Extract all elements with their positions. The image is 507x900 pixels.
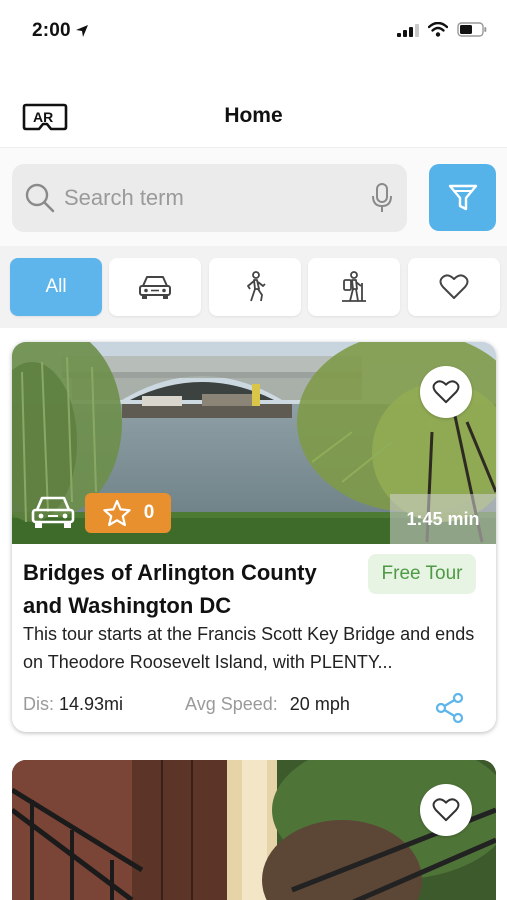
search-bar[interactable] bbox=[12, 164, 407, 232]
tab-all[interactable]: All bbox=[10, 258, 102, 316]
distance-value: 14.93mi bbox=[59, 694, 124, 714]
wifi-icon bbox=[428, 22, 448, 37]
distance-label: Dis: bbox=[23, 694, 54, 714]
rating-count: 0 bbox=[143, 502, 155, 523]
microphone-icon[interactable] bbox=[371, 182, 393, 214]
tour-title[interactable]: Bridges of Arlington County and Washingt… bbox=[23, 556, 353, 622]
category-tabs: All bbox=[0, 246, 507, 328]
status-bar: 2:00 bbox=[0, 0, 507, 62]
tab-driving[interactable] bbox=[109, 258, 201, 316]
heart-icon bbox=[439, 274, 469, 299]
tab-walking[interactable] bbox=[209, 258, 301, 316]
filter-button[interactable] bbox=[429, 164, 496, 231]
navigation-bar: AR Home bbox=[0, 62, 507, 148]
heart-outline-icon bbox=[432, 798, 460, 822]
car-icon bbox=[139, 276, 171, 299]
speed-value: 20 mph bbox=[289, 694, 350, 714]
tour-card[interactable] bbox=[12, 760, 496, 900]
duration-badge: 1:45 min bbox=[390, 494, 496, 544]
tab-hiking[interactable] bbox=[308, 258, 400, 316]
search-section bbox=[0, 148, 507, 246]
tour-photo bbox=[12, 760, 496, 900]
tour-card[interactable]: 0 1:45 min Bridges of Arlington County a… bbox=[12, 342, 496, 732]
tour-stats: Dis: 14.93mi Avg Speed: 20 mph bbox=[23, 694, 350, 715]
rating-badge: 0 bbox=[85, 493, 171, 533]
battery-icon bbox=[457, 22, 487, 37]
status-time: 2:00 bbox=[32, 20, 89, 42]
favorite-button[interactable] bbox=[420, 366, 472, 418]
clock-text: 2:00 bbox=[32, 20, 71, 41]
cellular-signal-icon bbox=[397, 23, 419, 37]
walking-icon bbox=[247, 271, 266, 302]
search-input[interactable] bbox=[64, 164, 364, 232]
price-badge: Free Tour bbox=[368, 554, 476, 594]
tour-description: This tour starts at the Francis Scott Ke… bbox=[23, 624, 475, 672]
status-indicators bbox=[397, 22, 487, 37]
tab-all-label: All bbox=[45, 276, 67, 297]
search-icon bbox=[25, 183, 55, 213]
travel-mode-badge bbox=[30, 492, 76, 537]
location-arrow-icon bbox=[75, 25, 88, 37]
tab-favorites[interactable] bbox=[408, 258, 500, 316]
star-icon bbox=[103, 499, 131, 527]
share-icon[interactable] bbox=[434, 692, 466, 724]
page-title: Home bbox=[224, 104, 283, 127]
heart-outline-icon bbox=[432, 380, 460, 404]
car-icon bbox=[31, 496, 75, 528]
speed-label: Avg Speed: bbox=[185, 694, 278, 714]
filter-icon bbox=[448, 184, 477, 210]
tour-image[interactable]: 0 1:45 min bbox=[12, 342, 496, 544]
favorite-button[interactable] bbox=[420, 784, 472, 836]
hiking-icon bbox=[342, 271, 366, 302]
